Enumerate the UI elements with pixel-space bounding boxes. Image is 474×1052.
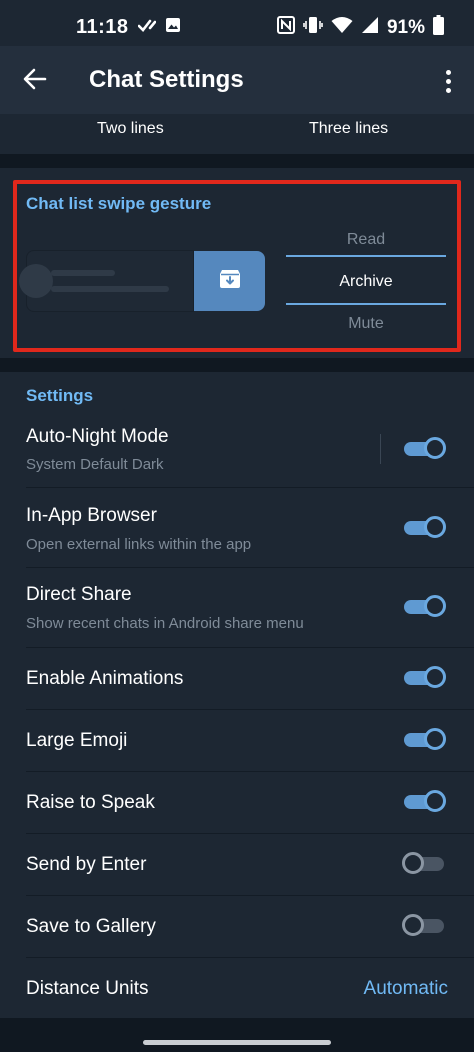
setting-title: In-App Browser: [26, 505, 157, 526]
two-lines-option[interactable]: Two lines: [97, 120, 164, 138]
preview-avatar: [19, 264, 53, 298]
auto-night-mode-toggle[interactable]: [402, 435, 446, 463]
status-time: 11:18: [76, 16, 129, 38]
setting-subtitle: Show recent chats in Android share menu: [26, 615, 304, 632]
setting-title: Send by Enter: [26, 854, 147, 875]
gesture-option-mute[interactable]: Mute: [286, 315, 446, 333]
more-vert-icon: [445, 69, 451, 93]
page-title: Chat Settings: [89, 66, 244, 93]
three-lines-option[interactable]: Three lines: [309, 120, 388, 138]
direct-share-toggle[interactable]: [402, 593, 446, 621]
more-options-button[interactable]: [440, 64, 456, 98]
archive-icon: [219, 269, 241, 294]
gesture-selector-line: [286, 303, 446, 305]
enable-animations-toggle[interactable]: [402, 664, 446, 692]
setting-subtitle: Open external links within the app: [26, 536, 252, 553]
distance-units-value[interactable]: Automatic: [364, 978, 448, 1000]
setting-title: Distance Units: [26, 978, 149, 999]
battery-percent: 91%: [386, 16, 425, 38]
swipe-preview-chat: [19, 250, 194, 312]
gesture-selector-line: [286, 255, 446, 257]
in-app-browser-toggle[interactable]: [402, 514, 446, 542]
setting-row-distance-units[interactable]: Distance Units Automatic: [0, 958, 474, 1020]
signal-icon: [361, 16, 379, 39]
setting-title: Large Emoji: [26, 730, 128, 751]
image-icon: [165, 17, 181, 38]
swipe-gesture-header: Chat list swipe gesture: [26, 194, 212, 213]
settings-header: Settings: [26, 386, 94, 405]
preview-line: [51, 270, 115, 276]
message-lines-section: Two lines Three lines: [0, 114, 474, 154]
arrow-left-icon: [23, 68, 47, 95]
save-to-gallery-toggle[interactable]: [402, 912, 446, 940]
vibrate-icon: [303, 16, 323, 39]
row-separator: [380, 434, 381, 464]
back-button[interactable]: [18, 64, 52, 98]
gesture-option-read[interactable]: Read: [286, 231, 446, 249]
missed-call-check-icon: [137, 18, 157, 37]
setting-title: Auto-Night Mode: [26, 426, 169, 447]
wifi-icon: [331, 16, 353, 39]
setting-title: Raise to Speak: [26, 792, 155, 813]
gesture-option-archive[interactable]: Archive: [286, 273, 446, 291]
battery-icon: [433, 15, 444, 40]
setting-title: Save to Gallery: [26, 916, 156, 937]
raise-to-speak-toggle[interactable]: [402, 788, 446, 816]
nfc-icon: [276, 16, 295, 39]
preview-line: [51, 286, 169, 292]
status-bar: 11:18 91%: [0, 0, 474, 46]
gesture-nav-handle[interactable]: [143, 1040, 331, 1045]
app-bar: Chat Settings: [0, 46, 474, 114]
setting-subtitle: System Default Dark: [26, 456, 164, 473]
setting-title: Direct Share: [26, 584, 132, 605]
setting-title: Enable Animations: [26, 668, 184, 689]
swipe-preview-action: [194, 251, 265, 311]
large-emoji-toggle[interactable]: [402, 726, 446, 754]
send-by-enter-toggle[interactable]: [402, 850, 446, 878]
